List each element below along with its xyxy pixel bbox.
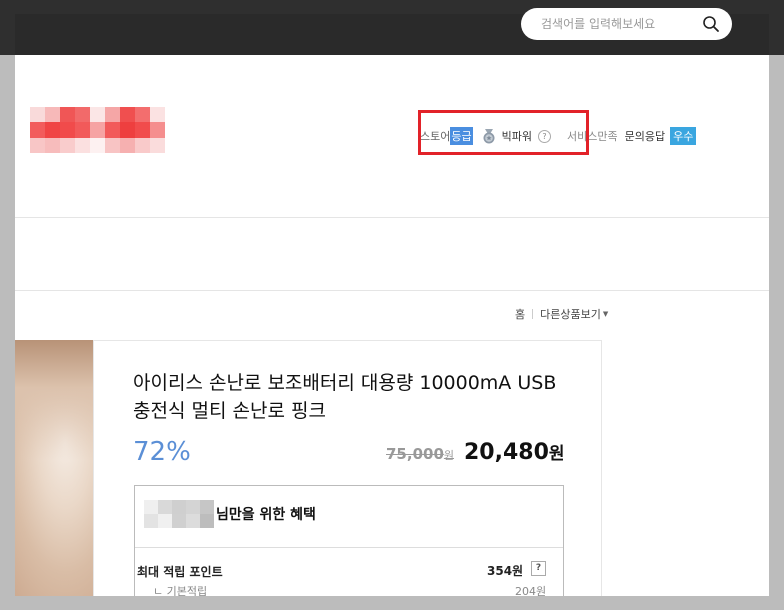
sale-price-unit: 원 bbox=[548, 444, 565, 464]
sale-price-value: 20,480 bbox=[464, 440, 549, 465]
search-icon[interactable] bbox=[702, 15, 720, 33]
product-info-card: 아이리스 손난로 보조배터리 대용량 10000mA USB 충전식 멀티 손난… bbox=[93, 340, 602, 598]
divider bbox=[0, 217, 784, 218]
overlay-edge bbox=[769, 55, 784, 610]
search-box[interactable] bbox=[521, 8, 732, 40]
benefit-header: 님만을 위한 혜택 bbox=[144, 500, 316, 528]
search-input[interactable] bbox=[521, 8, 696, 40]
sale-price: 20,480원 bbox=[464, 439, 565, 465]
original-price-value: 75,000 bbox=[386, 445, 444, 463]
highlight-annotation-box bbox=[418, 110, 589, 155]
benefit-box: 님만을 위한 혜택 최대 적립 포인트 354원 ? ㄴ 기본적립 204원 bbox=[134, 485, 564, 598]
other-products-link[interactable]: 다른상품보기 bbox=[540, 306, 601, 322]
store-logo-pixelated bbox=[30, 107, 165, 153]
product-title: 아이리스 손난로 보조배터리 대용량 10000mA USB 충전식 멀티 손난… bbox=[133, 372, 557, 422]
caret-down-icon[interactable]: ▼ bbox=[603, 310, 608, 318]
points-help-icon[interactable]: ? bbox=[531, 561, 546, 576]
store-header: 스토어 등급 빅파워 ? 서비스만족 문의응답 우수 bbox=[15, 55, 769, 217]
breadcrumb: 홈 다른상품보기 ▼ bbox=[515, 306, 608, 322]
max-points-label: 최대 적립 포인트 bbox=[137, 565, 223, 579]
overlay-edge bbox=[0, 596, 784, 610]
user-name-blurred bbox=[144, 500, 214, 528]
inquiry-response-label: 문의응답 bbox=[624, 130, 666, 143]
divider bbox=[0, 290, 784, 291]
original-price: 75,000원 bbox=[386, 445, 454, 463]
nav-separator bbox=[532, 309, 534, 319]
original-price-unit: 원 bbox=[443, 449, 455, 462]
benefit-title: 님만을 위한 혜택 bbox=[216, 507, 316, 523]
overlay-edge bbox=[769, 14, 784, 55]
response-badge: 우수 bbox=[670, 127, 697, 145]
max-points-value: 354원 bbox=[487, 564, 524, 578]
discount-rate: 72% bbox=[133, 437, 191, 467]
home-link[interactable]: 홈 bbox=[515, 306, 525, 322]
overlay-edge bbox=[0, 55, 15, 610]
divider bbox=[135, 547, 563, 548]
